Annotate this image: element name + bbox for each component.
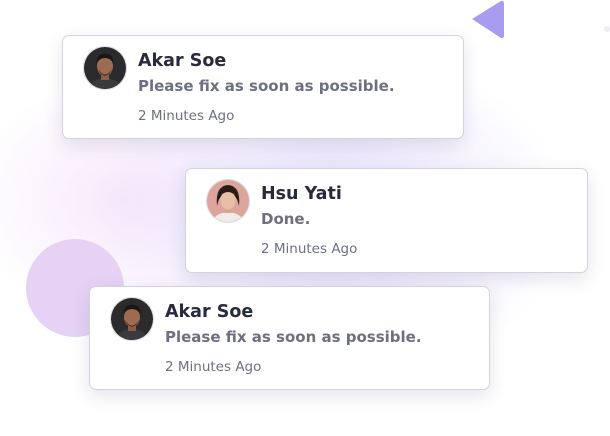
sender-name: Hsu Yati [261, 184, 342, 204]
notification-message: Done. [261, 210, 311, 228]
avatar [84, 47, 126, 89]
notification-message: Please fix as soon as possible. [165, 328, 422, 346]
male-avatar-icon [84, 47, 126, 89]
male-avatar-icon [111, 298, 153, 340]
avatar [111, 298, 153, 340]
decorative-triangle-icon [472, 0, 504, 39]
notification-time: 2 Minutes Ago [261, 241, 358, 257]
sender-name: Akar Soe [165, 302, 254, 322]
decorative-dot [604, 26, 610, 32]
notification-message: Please fix as soon as possible. [138, 77, 395, 95]
notification-time: 2 Minutes Ago [138, 108, 235, 124]
notification-card[interactable]: Hsu Yati Done. 2 Minutes Ago [185, 168, 588, 273]
notification-card[interactable]: Akar Soe Please fix as soon as possible.… [62, 35, 464, 139]
female-avatar-icon [207, 180, 249, 222]
notification-time: 2 Minutes Ago [165, 359, 262, 375]
notification-card[interactable]: Akar Soe Please fix as soon as possible.… [89, 286, 490, 390]
avatar [207, 180, 249, 222]
sender-name: Akar Soe [138, 51, 227, 71]
